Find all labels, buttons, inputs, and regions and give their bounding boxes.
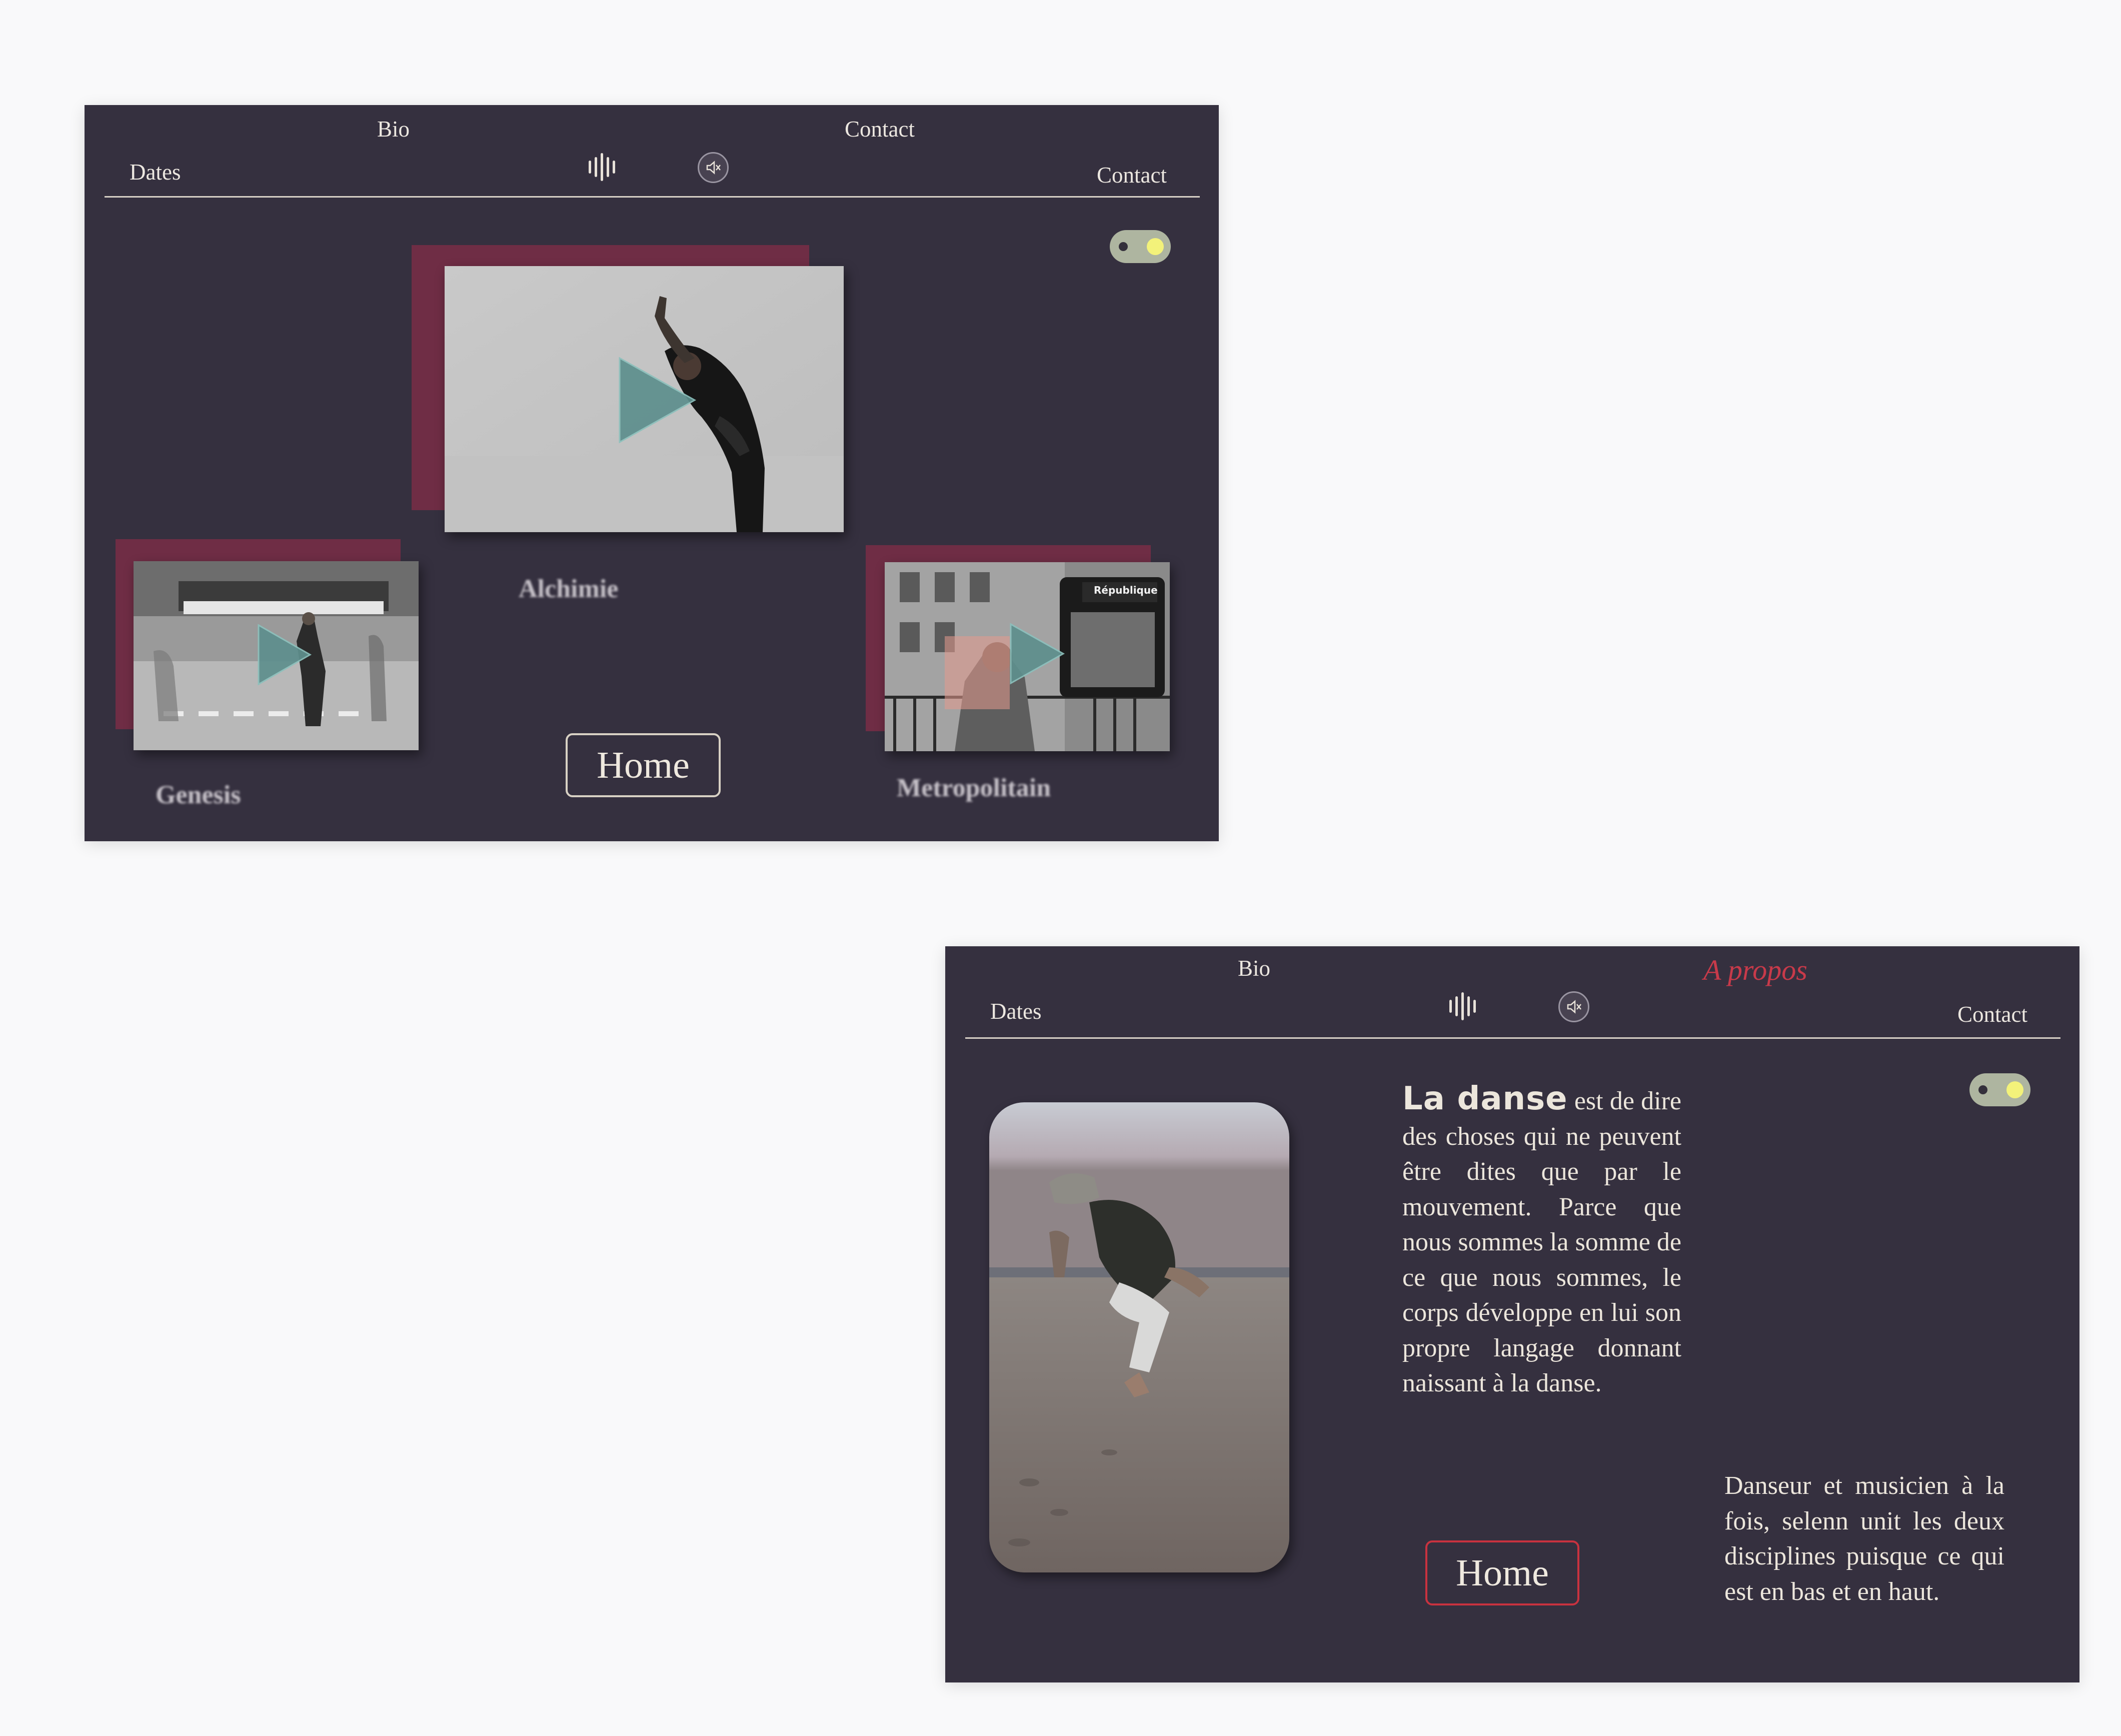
home-button[interactable]: Home <box>1425 1540 1579 1605</box>
bio-side-text: Danseur et musicien à la fois, selenn un… <box>1724 1471 2004 1606</box>
home-button[interactable]: Home <box>566 733 721 797</box>
sound-wave-icon[interactable] <box>589 153 619 181</box>
nav-bio[interactable]: Bio <box>1238 955 1270 981</box>
play-icon[interactable] <box>618 355 698 445</box>
nav-contact[interactable]: Contact <box>1957 1001 2027 1027</box>
dance-lead: La danse <box>1402 1080 1568 1117</box>
theme-toggle[interactable] <box>1110 230 1171 263</box>
nav-dates[interactable]: Dates <box>990 998 1041 1024</box>
nav-contact[interactable]: Contact <box>1097 162 1167 188</box>
about-screen: Bio A propos Dates Contact La danse est … <box>945 946 2079 1682</box>
header-divider <box>105 196 1200 198</box>
speaker-mute-icon[interactable] <box>698 152 729 183</box>
dance-text: est de dire des choses qui ne peuvent êt… <box>1402 1087 1681 1397</box>
project-title-metropolitain[interactable]: Metropolitain <box>897 773 1051 803</box>
sound-wave-icon[interactable] <box>1449 992 1479 1020</box>
nav-contact-top[interactable]: Contact <box>845 116 915 142</box>
play-icon[interactable] <box>257 623 312 686</box>
play-icon[interactable] <box>1009 622 1065 685</box>
home-screen: Bio Contact Dates Contact Alchimie Genes… <box>85 105 1219 841</box>
dance-paragraph: La danse est de dire des choses qui ne p… <box>1402 1081 1681 1401</box>
dancer-photo <box>989 1102 1289 1572</box>
theme-toggle[interactable] <box>1969 1073 2030 1106</box>
station-sign: République <box>1094 584 1158 596</box>
nav-apropos[interactable]: A propos <box>1703 953 1807 987</box>
nav-bio[interactable]: Bio <box>377 116 410 142</box>
header-divider <box>965 1037 2060 1039</box>
speaker-mute-icon[interactable] <box>1558 991 1589 1022</box>
nav-dates[interactable]: Dates <box>130 159 181 185</box>
project-title-alchimie[interactable]: Alchimie <box>519 574 618 604</box>
project-title-genesis[interactable]: Genesis <box>156 780 241 810</box>
